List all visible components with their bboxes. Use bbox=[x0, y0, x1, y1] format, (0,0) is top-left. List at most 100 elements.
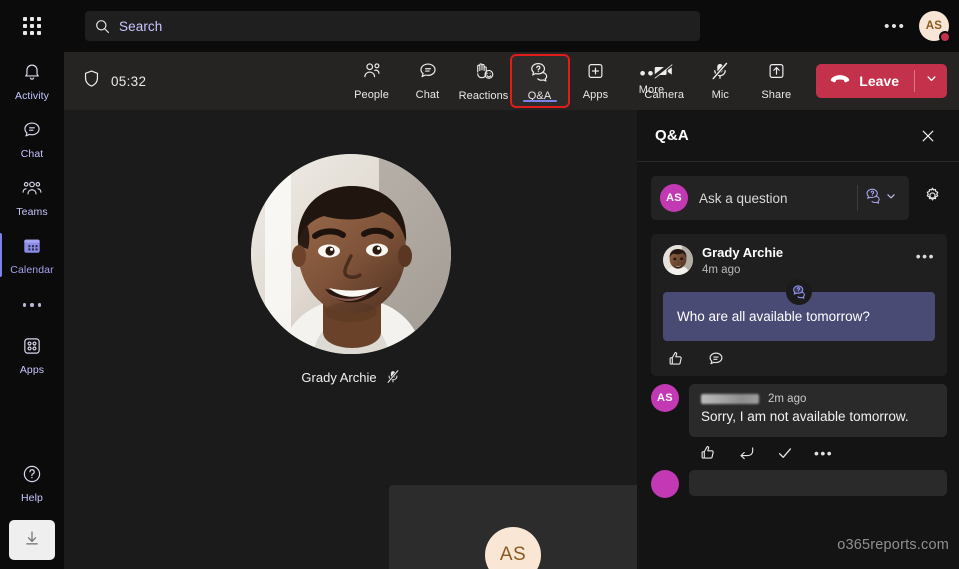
control-label: Reactions bbox=[458, 89, 509, 102]
leave-options-button[interactable] bbox=[915, 64, 947, 98]
leave-button[interactable]: Leave bbox=[816, 64, 947, 98]
avatar: AS bbox=[651, 384, 679, 412]
control-label: Camera bbox=[644, 89, 685, 101]
control-label: Apps bbox=[582, 89, 609, 101]
participant-name-row: Grady Archie bbox=[301, 368, 400, 387]
chat-button[interactable]: Chat bbox=[400, 56, 456, 106]
qa-settings-button[interactable] bbox=[917, 183, 947, 213]
share-up-arrow-icon bbox=[766, 61, 787, 86]
next-answer-row bbox=[651, 470, 947, 498]
answer-body: 2m ago Sorry, I am not available tomorro… bbox=[689, 384, 947, 462]
camera-off-icon bbox=[652, 61, 676, 86]
qa-button[interactable]: Q&A bbox=[509, 54, 570, 108]
thumbs-up-icon[interactable] bbox=[667, 350, 685, 368]
avatar bbox=[663, 245, 693, 275]
help-circle-icon bbox=[21, 463, 43, 490]
search-placeholder: Search bbox=[119, 18, 163, 34]
answer-more-button[interactable]: ••• bbox=[814, 446, 833, 460]
qa-composer-row: AS Ask a question bbox=[637, 162, 959, 230]
avatar: AS bbox=[485, 527, 541, 569]
encryption-and-timer: 05:32 bbox=[64, 69, 146, 93]
sidebar-item-chat[interactable]: Chat bbox=[0, 110, 64, 168]
people-button[interactable]: People bbox=[344, 56, 400, 106]
qa-panel: Q&A AS Ask a question Grady Archie 4m ag… bbox=[637, 110, 959, 569]
chat-bubble-icon bbox=[417, 61, 439, 86]
answer-text: Sorry, I am not available tomorrow. bbox=[701, 409, 909, 424]
next-answer-bubble bbox=[689, 470, 947, 496]
more-options-button[interactable]: ••• bbox=[881, 12, 909, 40]
question-card: Grady Archie 4m ago ••• Who are all avai… bbox=[651, 234, 947, 376]
apps-button[interactable]: Apps bbox=[568, 56, 624, 106]
ask-question-placeholder: Ask a question bbox=[699, 190, 788, 206]
sidebar-overflow-button[interactable] bbox=[0, 284, 64, 326]
ask-question-input[interactable]: AS Ask a question bbox=[651, 176, 909, 220]
calendar-icon bbox=[21, 235, 43, 262]
shield-icon bbox=[83, 69, 100, 93]
participant-tile-main[interactable]: Grady Archie bbox=[64, 110, 637, 430]
mic-off-icon bbox=[386, 368, 400, 387]
hangup-phone-icon bbox=[830, 73, 850, 89]
app-launcher-icon[interactable] bbox=[0, 0, 64, 52]
question-bubble-wrap: Who are all available tomorrow? bbox=[663, 279, 935, 341]
avatar-initials: AS bbox=[925, 20, 943, 32]
download-app-button[interactable] bbox=[9, 520, 55, 560]
status-badge bbox=[939, 31, 951, 43]
panel-title: Q&A bbox=[655, 127, 689, 144]
answer-bubble: 2m ago Sorry, I am not available tomorro… bbox=[689, 384, 947, 437]
leave-main[interactable]: Leave bbox=[816, 64, 914, 98]
reply-arrow-icon[interactable] bbox=[737, 444, 756, 462]
reactions-button[interactable]: Reactions bbox=[456, 56, 512, 106]
mic-button[interactable]: Mic bbox=[692, 56, 748, 106]
sidebar-item-help[interactable]: Help bbox=[0, 454, 64, 512]
sidebar-item-label: Chat bbox=[20, 147, 44, 160]
sidebar-item-apps[interactable]: Apps bbox=[0, 326, 64, 384]
sidebar-item-label: Teams bbox=[16, 205, 48, 218]
thumbs-up-icon[interactable] bbox=[699, 444, 717, 462]
qa-thread-list[interactable]: Grady Archie 4m ago ••• Who are all avai… bbox=[637, 230, 959, 569]
download-arrow-icon bbox=[21, 527, 43, 554]
video-stage: Grady Archie AS bbox=[64, 110, 637, 569]
camera-button[interactable]: Camera bbox=[636, 56, 692, 106]
people-icon bbox=[361, 61, 383, 86]
teams-meeting-window: Search ••• AS Activity Chat Teams Calend… bbox=[0, 0, 959, 569]
meeting-controls: People Chat Reactions Q&A Apps ••• More bbox=[344, 54, 680, 108]
qa-icon bbox=[786, 279, 812, 305]
comment-icon[interactable] bbox=[707, 350, 725, 368]
participant-tile-secondary[interactable]: AS bbox=[389, 485, 637, 569]
app-top-bar: Search ••• AS bbox=[0, 0, 959, 52]
sidebar-item-activity[interactable]: Activity bbox=[0, 52, 64, 110]
check-icon[interactable] bbox=[776, 444, 794, 462]
avatar[interactable]: AS bbox=[919, 11, 951, 43]
avatar-initials: AS bbox=[666, 192, 682, 204]
device-controls: Camera Mic Share Leave bbox=[636, 56, 947, 106]
app-sidebar: Activity Chat Teams Calendar Apps Help bbox=[0, 52, 64, 569]
leave-label: Leave bbox=[859, 73, 899, 89]
avatar: AS bbox=[660, 184, 688, 212]
sidebar-item-label: Help bbox=[21, 491, 43, 504]
avatar-initials: AS bbox=[499, 544, 527, 565]
question-type-selector[interactable] bbox=[858, 187, 903, 210]
answer-meta: 2m ago bbox=[701, 393, 935, 405]
search-input[interactable]: Search bbox=[85, 11, 700, 41]
question-actions bbox=[663, 341, 935, 370]
apps-grid-icon bbox=[21, 335, 43, 362]
chevron-down-icon bbox=[925, 72, 938, 90]
question-header: Grady Archie 4m ago ••• bbox=[663, 245, 935, 278]
qa-icon bbox=[528, 61, 551, 87]
share-button[interactable]: Share bbox=[748, 56, 804, 106]
sidebar-item-teams[interactable]: Teams bbox=[0, 168, 64, 226]
sidebar-item-calendar[interactable]: Calendar bbox=[0, 226, 64, 284]
answer-row: AS 2m ago Sorry, I am not available tomo… bbox=[651, 384, 947, 462]
teams-icon bbox=[20, 177, 44, 204]
control-label: People bbox=[354, 89, 389, 101]
bell-icon bbox=[21, 61, 43, 88]
meeting-toolbar: 05:32 People Chat Reactions Q&A Apps •••… bbox=[64, 52, 959, 110]
active-indicator bbox=[522, 99, 557, 102]
chevron-down-icon bbox=[885, 189, 897, 207]
sidebar-item-label: Apps bbox=[19, 363, 45, 376]
meeting-timer: 05:32 bbox=[111, 73, 147, 89]
question-more-button[interactable]: ••• bbox=[916, 245, 935, 263]
participant-name: Grady Archie bbox=[301, 370, 377, 385]
watermark: o365reports.com bbox=[837, 537, 949, 553]
close-icon[interactable] bbox=[915, 123, 941, 149]
